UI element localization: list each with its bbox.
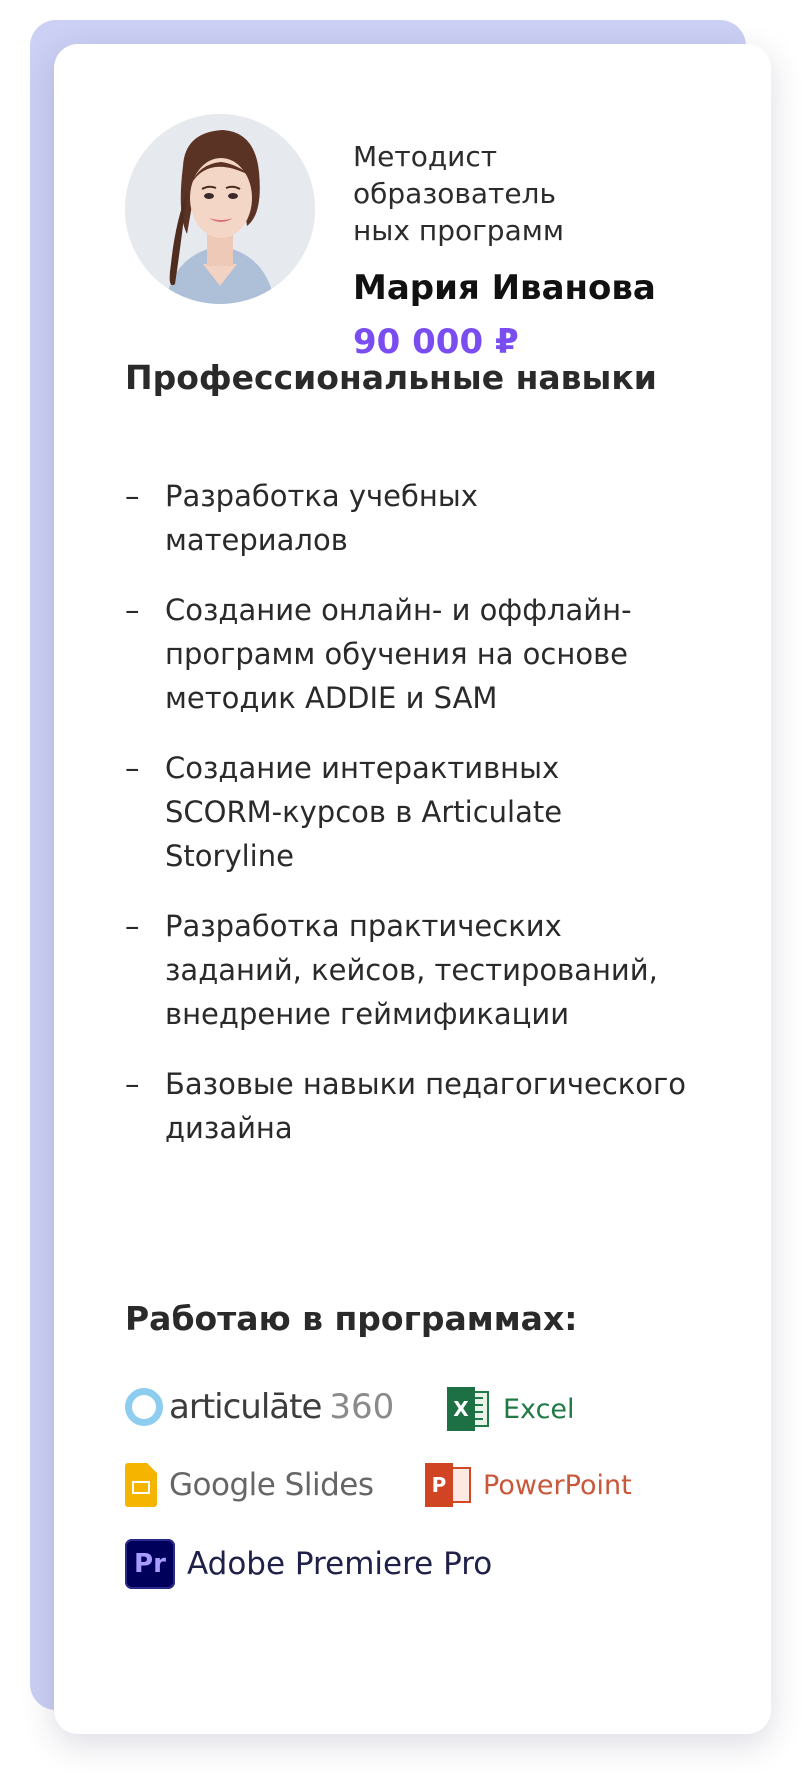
skill-line: Разработка учебных — [165, 479, 478, 513]
excel-logo: X Excel — [447, 1387, 575, 1431]
dash-bullet: – — [125, 909, 140, 943]
skills-list: – Разработка учебных материалов – Создан… — [125, 474, 735, 1150]
person-name: Мария Иванова — [353, 268, 656, 308]
avatar-portrait — [125, 114, 315, 304]
job-title-line: ных программ — [353, 214, 564, 247]
job-title: Методист образователь ных программ — [353, 138, 613, 249]
programs-heading: Работаю в программах: — [125, 1299, 578, 1338]
dash-bullet: – — [125, 1067, 140, 1101]
dash-bullet: – — [125, 751, 140, 785]
skill-item: – Создание интерактивных SCORM-курсов в … — [125, 746, 735, 878]
excel-icon-letter: X — [447, 1387, 475, 1431]
google-slides-logo: Google Slides — [125, 1463, 374, 1507]
skill-line: внедрение геймификации — [165, 997, 570, 1031]
skill-line: методик ADDIE и SAM — [165, 681, 498, 715]
dash-bullet: – — [125, 479, 140, 513]
job-title-line: образователь — [353, 177, 556, 210]
articulate-360-suffix: 360 — [329, 1387, 395, 1427]
skill-item: – Разработка учебных материалов — [125, 474, 735, 562]
premiere-pro-wordmark: Adobe Premiere Pro — [187, 1546, 493, 1582]
skill-line: Разработка практических — [165, 909, 562, 943]
skill-line: Storyline — [165, 839, 294, 873]
skill-line: Создание онлайн- и оффлайн- — [165, 593, 632, 627]
powerpoint-logo: P PowerPoint — [425, 1463, 632, 1507]
powerpoint-icon-letter: P — [425, 1463, 453, 1507]
job-title-line: Методист — [353, 140, 498, 173]
articulate-360-logo: articulāte 360 — [125, 1387, 394, 1427]
skill-line: заданий, кейсов, тестирований, — [165, 953, 658, 987]
excel-icon: X — [447, 1387, 491, 1431]
skills-heading: Профессиональные навыки — [125, 358, 657, 397]
skill-line: SCORM-курсов в Articulate — [165, 795, 563, 829]
skill-line: дизайна — [165, 1111, 293, 1145]
premiere-pro-icon: Pr — [125, 1539, 175, 1589]
skill-line: материалов — [165, 523, 348, 557]
resume-card: Методист образователь ных программ Мария… — [54, 44, 771, 1734]
premiere-pro-logo: Pr Adobe Premiere Pro — [125, 1539, 492, 1589]
powerpoint-icon: P — [425, 1463, 473, 1507]
google-slides-wordmark: Google Slides — [169, 1467, 374, 1503]
excel-wordmark: Excel — [503, 1393, 575, 1425]
skill-item: – Разработка практических заданий, кейсо… — [125, 904, 735, 1036]
skill-line: Создание интерактивных — [165, 751, 560, 785]
skill-item: – Создание онлайн- и оффлайн- программ о… — [125, 588, 735, 720]
programs-logos: articulāte 360 X Excel Google Slides P P… — [125, 1387, 745, 1637]
skill-line: программ обучения на основе — [165, 637, 629, 671]
powerpoint-wordmark: PowerPoint — [483, 1469, 632, 1501]
dash-bullet: – — [125, 593, 140, 627]
skill-item: – Базовые навыки педагогического дизайна — [125, 1062, 735, 1150]
salary: 90 000 ₽ — [353, 322, 519, 362]
articulate-ring-icon — [125, 1388, 163, 1426]
skill-line: Базовые навыки педагогического — [165, 1067, 687, 1101]
articulate-wordmark: articulāte — [169, 1387, 322, 1427]
google-slides-icon — [125, 1463, 157, 1507]
avatar — [125, 114, 315, 304]
